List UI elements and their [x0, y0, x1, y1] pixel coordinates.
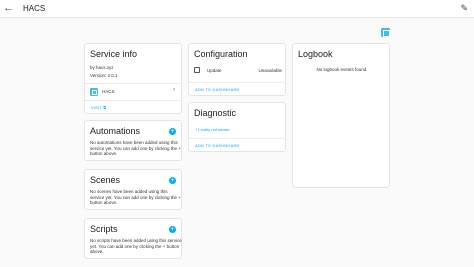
add-script-button[interactable]: +: [169, 226, 176, 233]
device-name: HACS: [102, 89, 115, 94]
entity-state: Unavailable: [258, 68, 282, 73]
add-scene-button[interactable]: +: [169, 177, 176, 184]
hacs-device-icon: [90, 88, 98, 96]
card-title: Configuration: [194, 49, 248, 59]
update-icon: [194, 67, 200, 73]
service-by: by hacs.xyz: [90, 65, 114, 70]
empty-message: No scripts have been added using this se…: [90, 238, 182, 255]
divider: [189, 138, 285, 139]
chevron-right-icon: ›: [173, 87, 175, 93]
card-title: Logbook: [298, 49, 333, 59]
add-to-dashboard-button[interactable]: ADD TO DASHBOARD: [195, 87, 240, 92]
logbook-card: Logbook No logbook events found.: [292, 43, 390, 188]
service-version: Version: 2.0.1: [90, 73, 118, 78]
configuration-card: Configuration Update Unavailable ADD TO …: [188, 43, 286, 96]
add-automation-button[interactable]: +: [169, 128, 176, 135]
top-app-bar: ← HACS ✎: [0, 0, 474, 18]
page-title: HACS: [23, 4, 46, 13]
device-row[interactable]: HACS ›: [85, 84, 183, 99]
external-link-icon: ⧉: [103, 105, 107, 110]
automations-card: Automations + No automations have been a…: [84, 120, 182, 161]
add-to-dashboard-button[interactable]: ADD TO DASHBOARD: [195, 143, 240, 148]
divider: [189, 82, 285, 83]
entity-row[interactable]: Update Unavailable: [189, 64, 287, 78]
card-title: Scenes: [90, 175, 121, 185]
scripts-card: Scripts + No scripts have been added usi…: [84, 218, 182, 259]
card-title: Service info: [90, 49, 138, 59]
empty-message: No automations have been added using thi…: [90, 140, 181, 157]
card-title: Scripts: [90, 224, 118, 234]
arrow-left-icon[interactable]: ←: [3, 1, 14, 15]
scenes-card: Scenes + No scenes have been added using…: [84, 169, 182, 210]
hacs-logo-icon: [381, 28, 390, 37]
card-title: Diagnostic: [194, 108, 237, 118]
show-hidden-entities-link[interactable]: +1 entity not shown: [195, 127, 230, 132]
empty-message: No scenes have been added using this ser…: [90, 189, 181, 206]
pencil-icon[interactable]: ✎: [460, 2, 468, 14]
visit-link[interactable]: VISIT ⧉: [91, 105, 106, 110]
logbook-empty-message: No logbook events found.: [316, 67, 368, 72]
card-title: Automations: [90, 126, 141, 136]
divider: [85, 100, 181, 101]
diagnostic-card: Diagnostic +1 entity not shown ADD TO DA…: [188, 102, 286, 152]
entity-name: Update: [207, 68, 222, 73]
service-info-card: Service info by hacs.xyz Version: 2.0.1 …: [84, 43, 182, 114]
